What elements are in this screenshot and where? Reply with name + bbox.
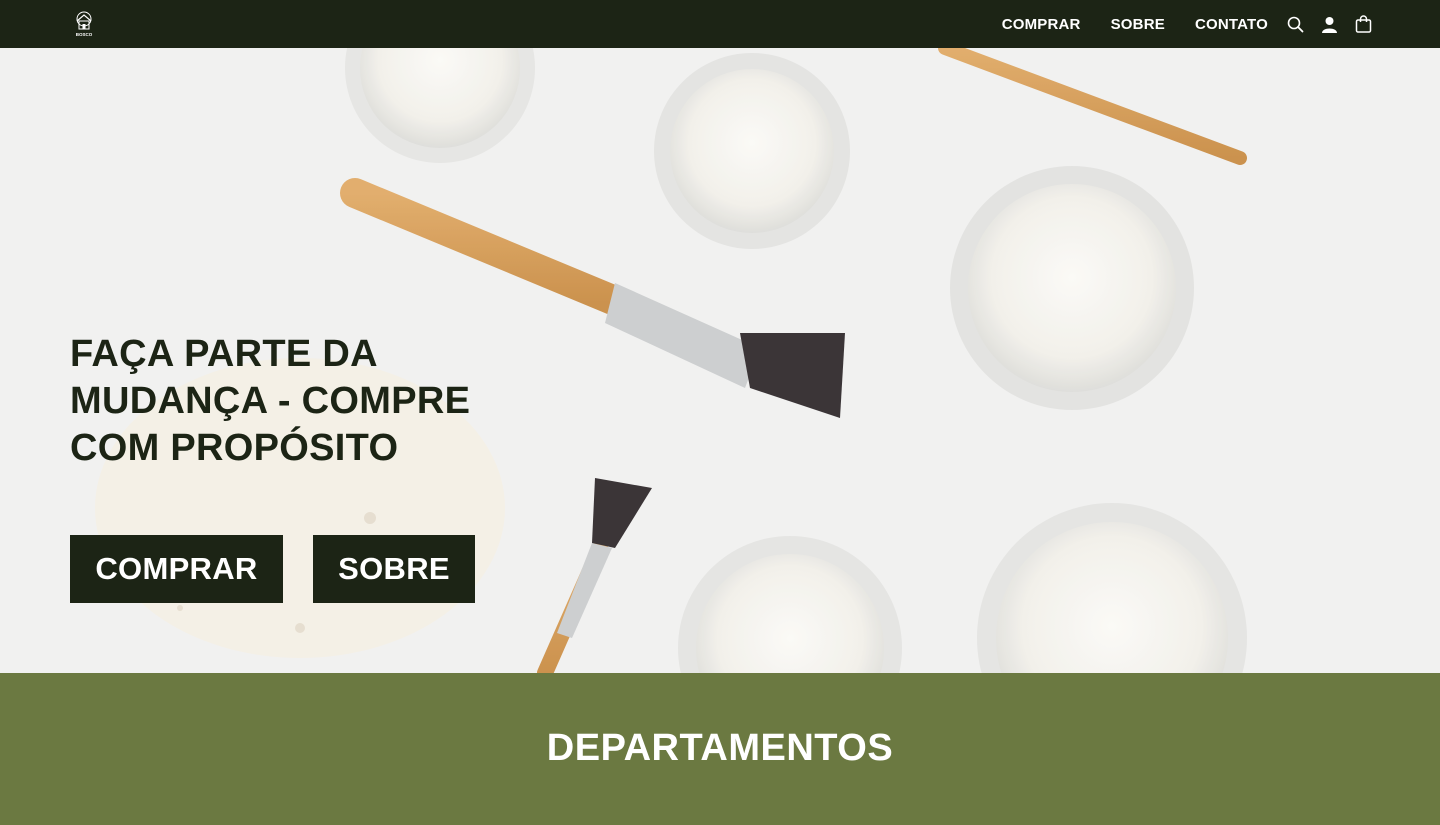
hero-headline-rest: - COMPRE — [267, 380, 471, 422]
hero-banner: FAÇA PARTE DA MUDANÇA - COMPRE COM PROPÓ… — [0, 48, 1440, 673]
nav-sobre[interactable]: SOBRE — [1111, 16, 1165, 33]
nav-comprar[interactable]: COMPRAR — [1002, 16, 1081, 33]
search-icon[interactable] — [1286, 15, 1304, 33]
user-icon[interactable] — [1320, 15, 1338, 33]
main-nav: COMPRAR SOBRE CONTATO — [1002, 0, 1372, 48]
top-navigation-bar: BOSCO COMPRAR SOBRE CONTATO — [0, 0, 1440, 48]
hero-headline: FAÇA PARTE DA MUDANÇA - COMPRE COM PROPÓ… — [70, 331, 500, 472]
hero-headline-line3: COM PROPÓSITO — [70, 427, 399, 469]
comprar-button[interactable]: COMPRAR — [70, 535, 283, 603]
sobre-button[interactable]: SOBRE — [313, 535, 475, 603]
house-logo-icon: BOSCO — [76, 11, 93, 37]
brand-logo[interactable]: BOSCO — [72, 10, 96, 38]
departments-title: DEPARTAMENTOS — [546, 727, 894, 769]
hero-headline-line1: FAÇA PARTE DA — [70, 333, 378, 375]
departments-section: DEPARTAMENTOS — [0, 673, 1440, 825]
hero-headline-bold: MUDANÇA — [70, 380, 267, 422]
shopping-bag-icon[interactable] — [1354, 15, 1372, 33]
nav-contato[interactable]: CONTATO — [1195, 16, 1268, 33]
logo-wordmark: BOSCO — [76, 32, 93, 37]
